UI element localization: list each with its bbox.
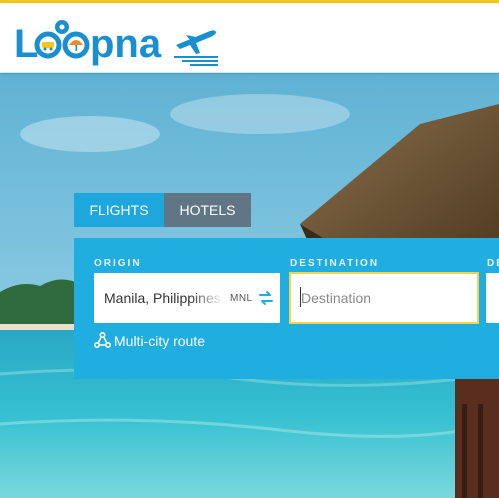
flight-search-panel: ORIGIN DESTINATION DE Manila, Philippine… [74, 238, 499, 379]
departure-date-field[interactable] [486, 273, 499, 323]
route-icon [94, 332, 111, 348]
site-header: L pna [0, 3, 499, 73]
destination-field[interactable] [289, 272, 479, 324]
origin-field[interactable]: Manila, Philippines MNL [94, 273, 280, 323]
tab-hotels[interactable]: HOTELS [164, 193, 251, 227]
tab-flights[interactable]: FLIGHTS [74, 193, 164, 227]
origin-label: ORIGIN [94, 258, 142, 269]
date-label: DE [487, 258, 499, 269]
destination-label: DESTINATION [290, 258, 380, 269]
svg-text:pna: pna [90, 22, 162, 66]
swap-arrows-icon[interactable] [258, 290, 274, 306]
origin-code: MNL [230, 293, 253, 304]
multi-city-label: Multi-city route [114, 332, 206, 349]
multi-city-route-link[interactable]: Multi-city route [94, 332, 205, 349]
search-tabs: FLIGHTS HOTELS [74, 193, 251, 227]
airplane-icon [174, 30, 218, 66]
destination-input[interactable] [301, 288, 466, 308]
loopna-logo[interactable]: L pna [14, 15, 220, 67]
